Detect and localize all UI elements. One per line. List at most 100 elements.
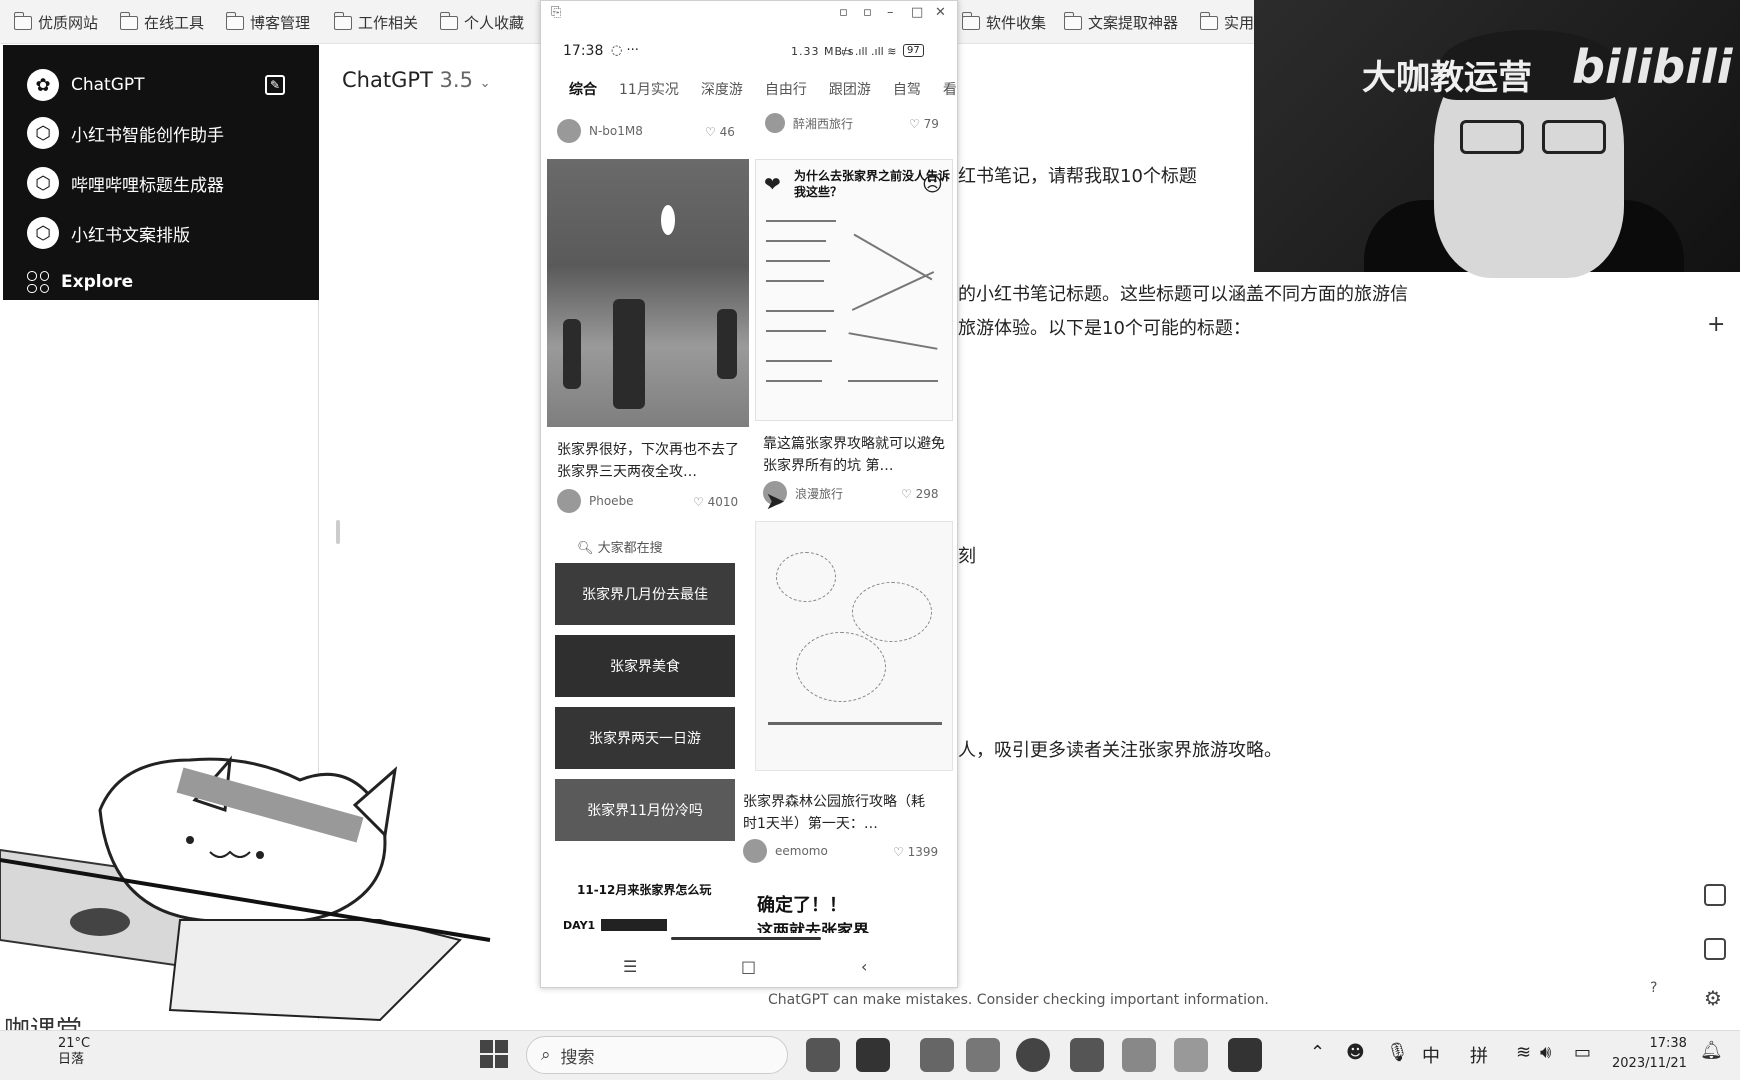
- post-preview-title[interactable]: 确定了！！: [757, 891, 847, 917]
- card-title[interactable]: 靠这篇张家界攻略就可以避免张家界所有的坑 第…: [763, 433, 949, 477]
- post-author[interactable]: 醉湘西旅行: [765, 113, 853, 133]
- cam-glasses: [1542, 120, 1606, 154]
- bookmark-item[interactable]: 博客管理: [225, 11, 310, 33]
- sidebar-item-explore[interactable]: Explore: [27, 271, 133, 293]
- bookmark-item[interactable]: 文案提取神器: [1063, 11, 1178, 33]
- infographic-photo[interactable]: 为什么去张家界之前没人告诉我这些？ ❤ ☹: [755, 159, 953, 421]
- like-count[interactable]: ♡ 298: [901, 487, 938, 501]
- like-count[interactable]: ♡ 1399: [893, 845, 938, 859]
- trending-search-label: 🔍︎ 大家都在搜: [577, 537, 663, 556]
- info-line: [766, 220, 836, 222]
- app-icon[interactable]: [806, 1038, 840, 1072]
- post-author[interactable]: eemomo: [743, 839, 828, 863]
- folder-icon: [961, 11, 980, 30]
- window-max-icon[interactable]: □: [911, 5, 923, 20]
- post-author[interactable]: N-bo1M8: [557, 119, 643, 143]
- tray-app-icon[interactable]: ☻: [1346, 1042, 1365, 1063]
- tab-more[interactable]: 看: [943, 79, 957, 99]
- sidebar-item-xhs-assistant[interactable]: ⬡ 小红书智能创作助手: [27, 117, 224, 149]
- app-icon[interactable]: [1174, 1038, 1208, 1072]
- tab-deep[interactable]: 深度游: [701, 79, 743, 99]
- bookmark-item[interactable]: 个人收藏: [439, 11, 524, 33]
- notification-bell-icon[interactable]: 🔔︎: [1700, 1040, 1723, 1061]
- settings-icon[interactable]: ⚙: [1704, 986, 1722, 1010]
- post-preview-title[interactable]: 11-12月来张家界怎么玩: [577, 881, 711, 898]
- weather-widget[interactable]: 21°C 日落: [58, 1036, 90, 1068]
- map-region: [776, 552, 836, 602]
- sidebar-item-xhs-layout[interactable]: ⬡ 小红书文案排版: [27, 217, 190, 249]
- help-button[interactable]: ?: [1650, 980, 1657, 996]
- like-count[interactable]: ♡ 79: [909, 117, 939, 131]
- panel-toggle-icon[interactable]: [1704, 938, 1726, 960]
- edge-icon[interactable]: [1016, 1038, 1050, 1072]
- minimize-icon[interactable]: ▫: [839, 5, 848, 20]
- model-selector[interactable]: ChatGPT 3.5 ⌄: [342, 68, 491, 92]
- tab-all[interactable]: 综合: [569, 79, 597, 99]
- new-chat-edit-icon[interactable]: ✎: [265, 75, 285, 95]
- sidebar-item-bilibili-title[interactable]: ⬡ 哔哩哔哩标题生成器: [27, 167, 224, 199]
- app-icon[interactable]: [1070, 1038, 1104, 1072]
- window-min-icon[interactable]: –: [887, 5, 894, 20]
- app-icon[interactable]: [1122, 1038, 1156, 1072]
- bookmark-item[interactable]: 优质网站: [13, 11, 98, 33]
- window-close-icon[interactable]: ✕: [935, 5, 946, 20]
- search-placeholder: 搜索: [560, 1047, 595, 1068]
- tab-group[interactable]: 跟团游: [829, 79, 871, 99]
- ime-input[interactable]: 拼: [1470, 1042, 1488, 1068]
- battery-icon: 97: [903, 44, 924, 57]
- taskbar-search[interactable]: ⌕ 搜索: [526, 1036, 788, 1074]
- search-chip[interactable]: 张家界11月份冷吗: [555, 779, 735, 841]
- bookmark-item[interactable]: 在线工具: [119, 11, 204, 33]
- wifi-icon[interactable]: ≋: [1516, 1042, 1531, 1063]
- bookmark-item[interactable]: 工作相关: [333, 11, 418, 33]
- bookmark-item[interactable]: 软件收集: [961, 11, 1046, 33]
- sidebar-resize-handle[interactable]: [336, 520, 340, 544]
- ime-mode[interactable]: 中: [1422, 1042, 1440, 1068]
- bookmark-item[interactable]: 实用: [1199, 11, 1254, 33]
- post-photo[interactable]: [547, 159, 749, 427]
- tab-nov-live[interactable]: 11月实况: [619, 79, 679, 99]
- app-icon[interactable]: [856, 1038, 890, 1072]
- search-chip[interactable]: 张家界两天一日游: [555, 707, 735, 769]
- chevron-up-icon[interactable]: ⌃: [1310, 1042, 1325, 1063]
- restore-icon[interactable]: ▫: [863, 5, 872, 20]
- map-route-line: [848, 332, 938, 350]
- photo-light: [661, 205, 675, 235]
- microphone-icon[interactable]: 🎙︎: [1386, 1042, 1409, 1063]
- mouse-cursor-icon: ➤: [765, 487, 786, 515]
- map-photo[interactable]: [755, 521, 953, 771]
- taskbar-clock[interactable]: 17:38 2023/11/21: [1612, 1034, 1687, 1074]
- volume-icon[interactable]: 🔊︎: [1540, 1042, 1551, 1063]
- like-count[interactable]: ♡ 4010: [693, 495, 738, 509]
- trending-search-text: 大家都在搜: [597, 541, 663, 556]
- file-explorer-icon[interactable]: [966, 1038, 1000, 1072]
- plus-icon[interactable]: +: [1707, 312, 1725, 337]
- home-icon[interactable]: □: [741, 957, 756, 976]
- tab-free[interactable]: 自由行: [765, 79, 807, 99]
- teams-icon[interactable]: [920, 1038, 954, 1072]
- tab-drive[interactable]: 自驾: [893, 79, 921, 99]
- sidebar-item-label: 小红书智能创作助手: [71, 125, 224, 146]
- search-chip[interactable]: 张家界美食: [555, 635, 735, 697]
- windows-start-icon[interactable]: [480, 1040, 508, 1068]
- sidebar-item-chatgpt[interactable]: ✿ ChatGPT: [27, 69, 145, 101]
- battery-icon[interactable]: ▭: [1574, 1042, 1591, 1063]
- folder-icon: [333, 11, 352, 30]
- card-title[interactable]: 张家界很好，下次再也不去了 张家界三天两夜全攻…: [557, 439, 743, 483]
- pin-icon[interactable]: ⎘: [551, 5, 561, 20]
- search-chip[interactable]: 张家界几月份去最佳: [555, 563, 735, 625]
- avatar: [743, 839, 767, 863]
- more-icon: ◌ ···: [611, 43, 639, 58]
- chat-message-line: 红书笔记，请帮我取10个标题: [958, 166, 1197, 187]
- post-author[interactable]: Phoebe: [557, 489, 634, 513]
- card-title[interactable]: 张家界森林公园旅行攻略（耗时1天半）第一天：…: [743, 791, 933, 835]
- map-route-line: [768, 722, 942, 725]
- like-count[interactable]: ♡ 46: [705, 125, 735, 139]
- sidebar-item-label: Explore: [61, 272, 134, 292]
- app-icon[interactable]: [1228, 1038, 1262, 1072]
- sidebar-item-label: ChatGPT: [71, 75, 145, 95]
- author-name: 浪漫旅行: [795, 486, 844, 501]
- screenshot-icon[interactable]: [1704, 884, 1726, 906]
- back-icon[interactable]: ‹: [861, 957, 867, 976]
- menu-icon[interactable]: ☰: [623, 957, 637, 976]
